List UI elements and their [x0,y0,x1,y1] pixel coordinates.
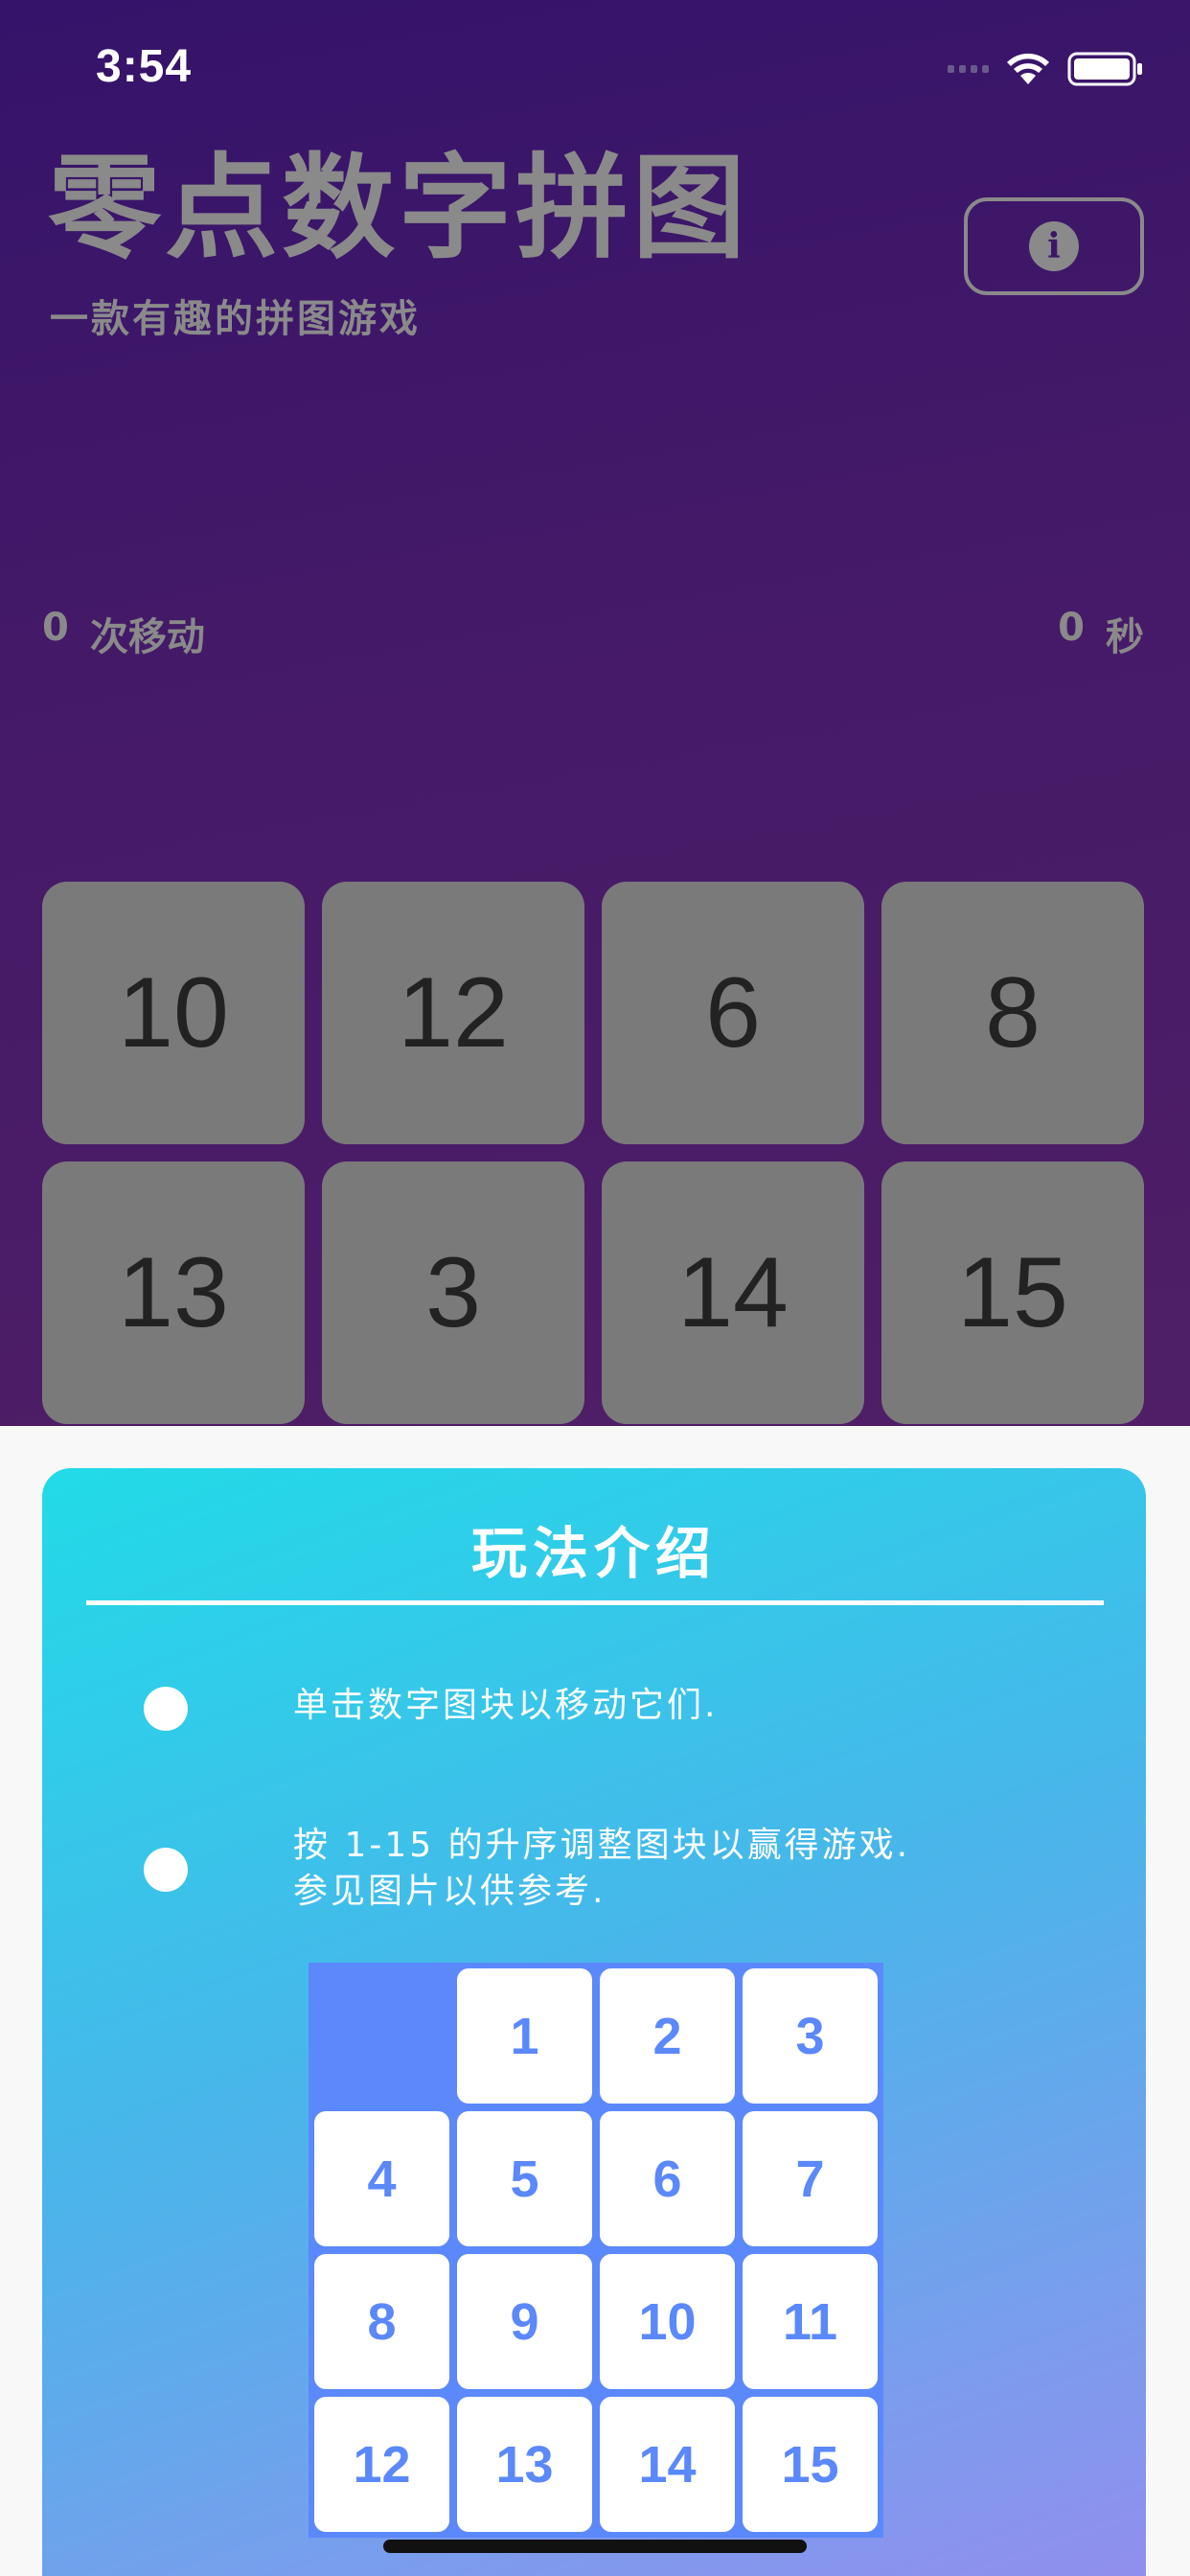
reference-cell: 11 [743,2254,878,2389]
move-count-value: 0 [42,606,69,650]
puzzle-tile[interactable]: 12 [322,882,584,1144]
home-indicator[interactable] [383,2540,807,2553]
reference-cell: 14 [600,2397,735,2532]
move-counter: 0 次移动 [42,606,205,661]
puzzle-tile[interactable]: 10 [42,882,305,1144]
rule-text: 单击数字图块以移动它们. [293,1686,719,1725]
status-icons [948,50,1144,88]
bullet-icon [144,1848,188,1892]
instructions-title: 玩法介绍 [470,1521,717,1586]
puzzle-tile[interactable]: 15 [881,1162,1144,1424]
screen: 3:54 零点数字拼图 一款有趣的拼图游戏 i 0 次移动 0 秒 10 12 … [0,0,1190,2576]
reference-grid: 1 2 3 4 5 6 7 8 9 10 11 12 13 14 15 [309,1963,883,2538]
signal-icon [948,65,989,73]
battery-icon [1067,52,1142,86]
reference-cell: 10 [600,2254,735,2389]
puzzle-tile[interactable]: 3 [322,1162,584,1424]
move-count-label: 次移动 [89,615,205,659]
reference-cell: 1 [457,1968,592,2104]
puzzle-tile[interactable]: 6 [602,882,864,1144]
reference-cell: 8 [314,2254,449,2389]
puzzle-tile[interactable]: 8 [881,882,1144,1144]
reference-cell: 9 [457,2254,592,2389]
info-icon: i [1029,221,1079,271]
puzzle-tile[interactable]: 13 [42,1162,305,1424]
reference-cell: 2 [600,1968,735,2104]
info-button[interactable]: i [964,197,1144,295]
reference-cell: 5 [457,2111,592,2246]
rule-text: 参见图片以供参考. [293,1872,606,1911]
app-title: 零点数字拼图 [48,142,750,274]
reference-cell: 15 [743,2397,878,2532]
reference-cell: 3 [743,1968,878,2104]
bullet-icon [144,1687,188,1731]
reference-empty-cell [314,1968,449,2104]
reference-cell: 12 [314,2397,449,2532]
reference-cell: 13 [457,2397,592,2532]
divider [86,1600,1104,1605]
wifi-icon [1007,53,1049,84]
timer-label: 秒 [1106,615,1144,659]
puzzle-board: 10 12 6 8 13 3 14 15 [42,882,1148,1424]
rule-text: 按 1-15 的升序调整图块以赢得游戏. [293,1826,911,1865]
puzzle-tile[interactable]: 14 [602,1162,864,1424]
reference-cell: 4 [314,2111,449,2246]
status-time: 3:54 [96,41,193,92]
reference-cell: 6 [600,2111,735,2246]
timer-value: 0 [1058,606,1085,650]
reference-cell: 7 [743,2111,878,2246]
instructions-card: 玩法介绍 单击数字图块以移动它们. 按 1-15 的升序调整图块以赢得游戏. 参… [42,1468,1146,2576]
app-subtitle: 一款有趣的拼图游戏 [50,297,421,341]
timer: 0 秒 [1058,606,1144,661]
